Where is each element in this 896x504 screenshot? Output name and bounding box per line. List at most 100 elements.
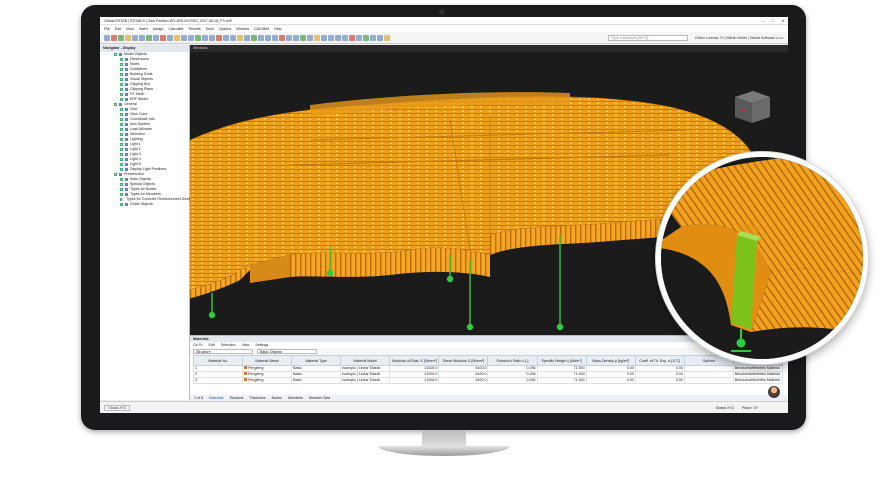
- view-cube[interactable]: X: [735, 91, 770, 123]
- checkbox-icon[interactable]: [120, 93, 123, 96]
- table-cell[interactable]: Benutzerdefiniertes Material: [732, 377, 784, 384]
- column-header[interactable]: Material Model: [340, 355, 391, 366]
- menu-item-view[interactable]: View: [126, 27, 134, 31]
- toolbar-button-icon[interactable]: [328, 34, 334, 41]
- table-cell[interactable]: 0.00: [585, 377, 636, 384]
- toolbar-button-icon[interactable]: [174, 34, 180, 41]
- checkbox-icon[interactable]: [120, 73, 123, 76]
- column-header[interactable]: Mass Density ρ [kg/m³]: [585, 355, 636, 366]
- toolbar-button-icon[interactable]: [384, 34, 390, 41]
- toolbar-button-icon[interactable]: [230, 34, 236, 41]
- toolbar-button-icon[interactable]: [167, 34, 173, 41]
- table-menu-item[interactable]: View: [242, 342, 250, 348]
- toolbar-button-icon[interactable]: [349, 34, 355, 41]
- toolbar-button-icon[interactable]: [139, 34, 145, 41]
- toolbar-button-icon[interactable]: [265, 34, 271, 41]
- close-button[interactable]: ✕: [778, 19, 788, 23]
- table-cell[interactable]: Benutzerdefiniertes Material: [732, 371, 784, 378]
- checkbox-icon[interactable]: [120, 198, 122, 201]
- checkbox-icon[interactable]: [120, 68, 123, 71]
- checkbox-icon[interactable]: [120, 83, 123, 86]
- column-header[interactable]: Poisson's Ratio v [-]: [487, 355, 538, 366]
- table-menu-item[interactable]: Edit: [209, 342, 215, 348]
- checkbox-icon[interactable]: [120, 123, 123, 126]
- toolbar-button-icon[interactable]: [153, 34, 159, 41]
- menu-item-insert[interactable]: Insert: [139, 27, 148, 31]
- toolbar-button-icon[interactable]: [321, 34, 327, 41]
- toolbar-button-icon[interactable]: [125, 34, 131, 41]
- toolbar-button-icon[interactable]: [272, 34, 278, 41]
- toolbar-button-icon[interactable]: [363, 34, 369, 41]
- checkbox-icon[interactable]: [120, 138, 123, 141]
- toolbar-button-icon[interactable]: [132, 34, 138, 41]
- toolbar-button-icon[interactable]: [286, 34, 292, 41]
- toolbar-button-icon[interactable]: [279, 34, 285, 41]
- toolbar-button-icon[interactable]: [342, 34, 348, 41]
- menu-item-tools[interactable]: Tools: [206, 27, 214, 31]
- table-menu-item[interactable]: Go To: [193, 342, 203, 348]
- toolbar-button-icon[interactable]: [111, 34, 117, 41]
- menu-item-calculate[interactable]: Calculate: [169, 27, 184, 31]
- checkbox-icon[interactable]: [120, 163, 123, 166]
- checkbox-icon[interactable]: [120, 143, 123, 146]
- table-cell[interactable]: 3: [192, 377, 244, 384]
- toolbar-button-icon[interactable]: [377, 34, 383, 41]
- maximize-button[interactable]: □: [768, 19, 778, 23]
- structure-filter-select[interactable]: Structure: [193, 349, 253, 354]
- toolbar-button-icon[interactable]: [258, 34, 264, 41]
- menu-item-help[interactable]: Help: [274, 27, 281, 31]
- toolbar-button-icon[interactable]: [195, 34, 201, 41]
- checkbox-icon[interactable]: [120, 168, 123, 171]
- table-cell[interactable]: 21000.0: [389, 377, 440, 384]
- table-cell[interactable]: 0.296: [487, 377, 538, 384]
- table-cell[interactable]: 71.900: [536, 377, 587, 384]
- toolbar-button-icon[interactable]: [104, 34, 110, 41]
- checkbox-icon[interactable]: [120, 203, 123, 206]
- table-cell[interactable]: Isotropic | Linear Elastic: [340, 377, 391, 384]
- column-header[interactable]: Shear Modulus G [N/mm²]: [438, 355, 489, 366]
- column-header[interactable]: Specific Weight γ [kN/m³]: [536, 355, 587, 366]
- checkbox-icon[interactable]: [120, 88, 123, 91]
- column-header[interactable]: Material Name: [242, 355, 293, 366]
- checkbox-icon[interactable]: [120, 158, 123, 161]
- checkbox-icon[interactable]: [114, 173, 117, 176]
- toolbar-button-icon[interactable]: [335, 34, 341, 41]
- checkbox-icon[interactable]: [120, 188, 123, 191]
- column-header[interactable]: Coeff. of Th. Exp. α [1/°C]: [634, 355, 685, 366]
- toolbar-button-icon[interactable]: [146, 34, 152, 41]
- toolbar-button-icon[interactable]: [314, 34, 320, 41]
- toolbar-button-icon[interactable]: [209, 34, 215, 41]
- menu-item-assign[interactable]: Assign: [153, 27, 164, 31]
- toolbar-button-icon[interactable]: [300, 34, 306, 41]
- table-cell[interactable]: Pengfeng: [242, 377, 293, 384]
- toolbar-button-icon[interactable]: [181, 34, 187, 41]
- table-cell[interactable]: 8100.0: [438, 377, 489, 384]
- table-menu-item[interactable]: Settings: [255, 342, 268, 348]
- search-input[interactable]: Type a keyword (Alt+Q): [607, 34, 688, 41]
- toolbar-button-icon[interactable]: [370, 34, 376, 41]
- column-header[interactable]: Modulus of Elast. E [N/mm²]: [389, 355, 440, 366]
- navigator-item[interactable]: Guide Objects: [100, 202, 189, 207]
- toolbar-button-icon[interactable]: [251, 34, 257, 41]
- toolbar-button-icon[interactable]: [237, 34, 243, 41]
- checkbox-icon[interactable]: [120, 133, 123, 136]
- table-cell[interactable]: [683, 377, 734, 384]
- checkbox-icon[interactable]: [120, 113, 123, 116]
- checkbox-icon[interactable]: [120, 58, 123, 61]
- toolbar-button-icon[interactable]: [356, 34, 362, 41]
- toolbar-button-icon[interactable]: [188, 34, 194, 41]
- table-row[interactable]: 3 Pengfeng Basic Isotropic | Linear Elastic…: [192, 377, 784, 384]
- checkbox-icon[interactable]: [120, 148, 123, 151]
- toolbar-button-icon[interactable]: [216, 34, 222, 41]
- table-cell[interactable]: Benutzerdefiniertes Material: [732, 365, 784, 372]
- toolbar-button-icon[interactable]: [244, 34, 250, 41]
- column-header[interactable]: Material Type: [291, 355, 342, 366]
- toolbar-button-icon[interactable]: [293, 34, 299, 41]
- menu-item-edit[interactable]: Edit: [115, 27, 121, 31]
- checkbox-icon[interactable]: [120, 183, 123, 186]
- checkbox-icon[interactable]: [120, 63, 123, 66]
- checkbox-icon[interactable]: [120, 193, 123, 196]
- toolbar-button-icon[interactable]: [160, 34, 166, 41]
- table-menu-item[interactable]: Selection: [221, 342, 236, 348]
- checkbox-icon[interactable]: [114, 53, 117, 56]
